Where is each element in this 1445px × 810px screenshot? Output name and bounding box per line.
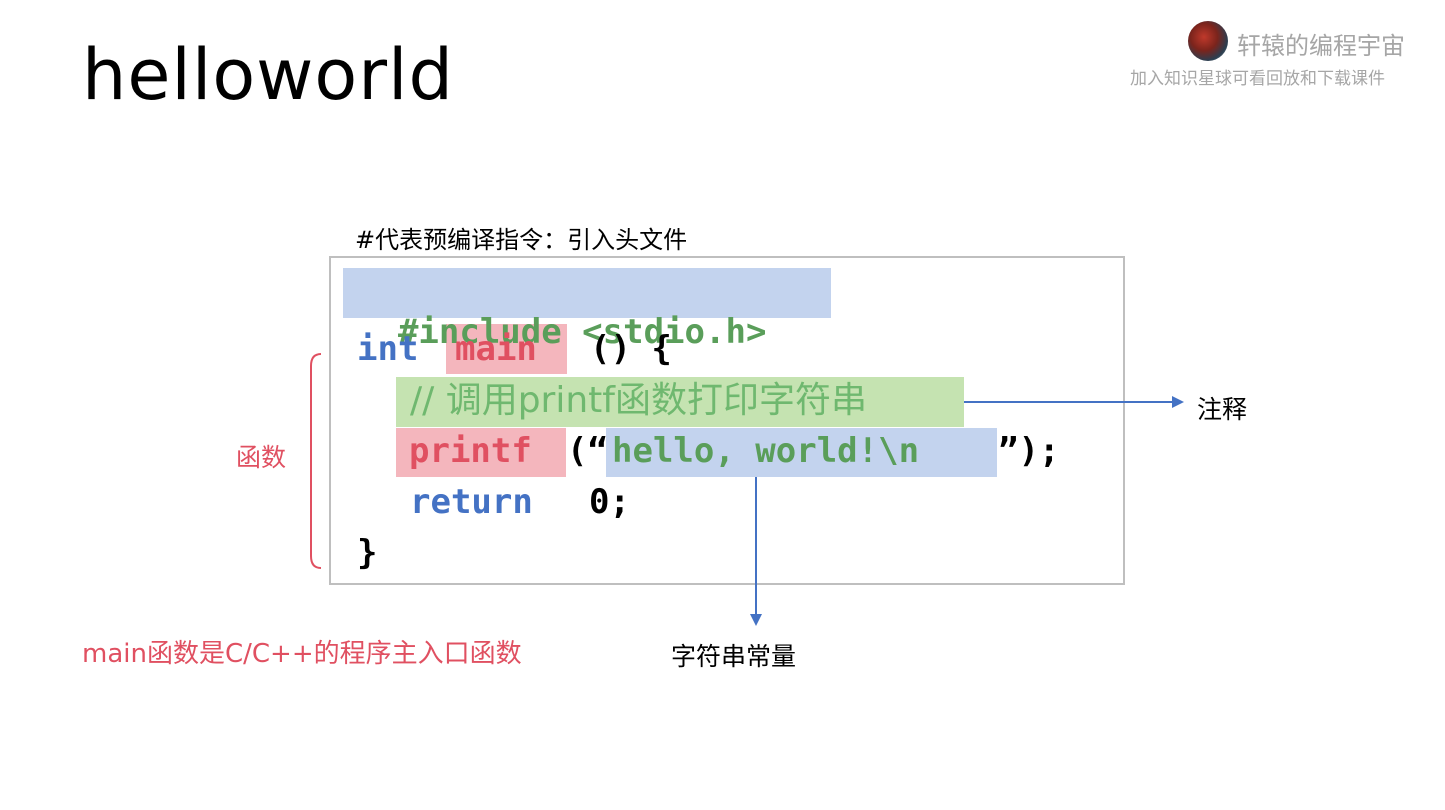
function-bracket [310, 353, 322, 569]
annotation-overlay [310, 353, 1184, 626]
